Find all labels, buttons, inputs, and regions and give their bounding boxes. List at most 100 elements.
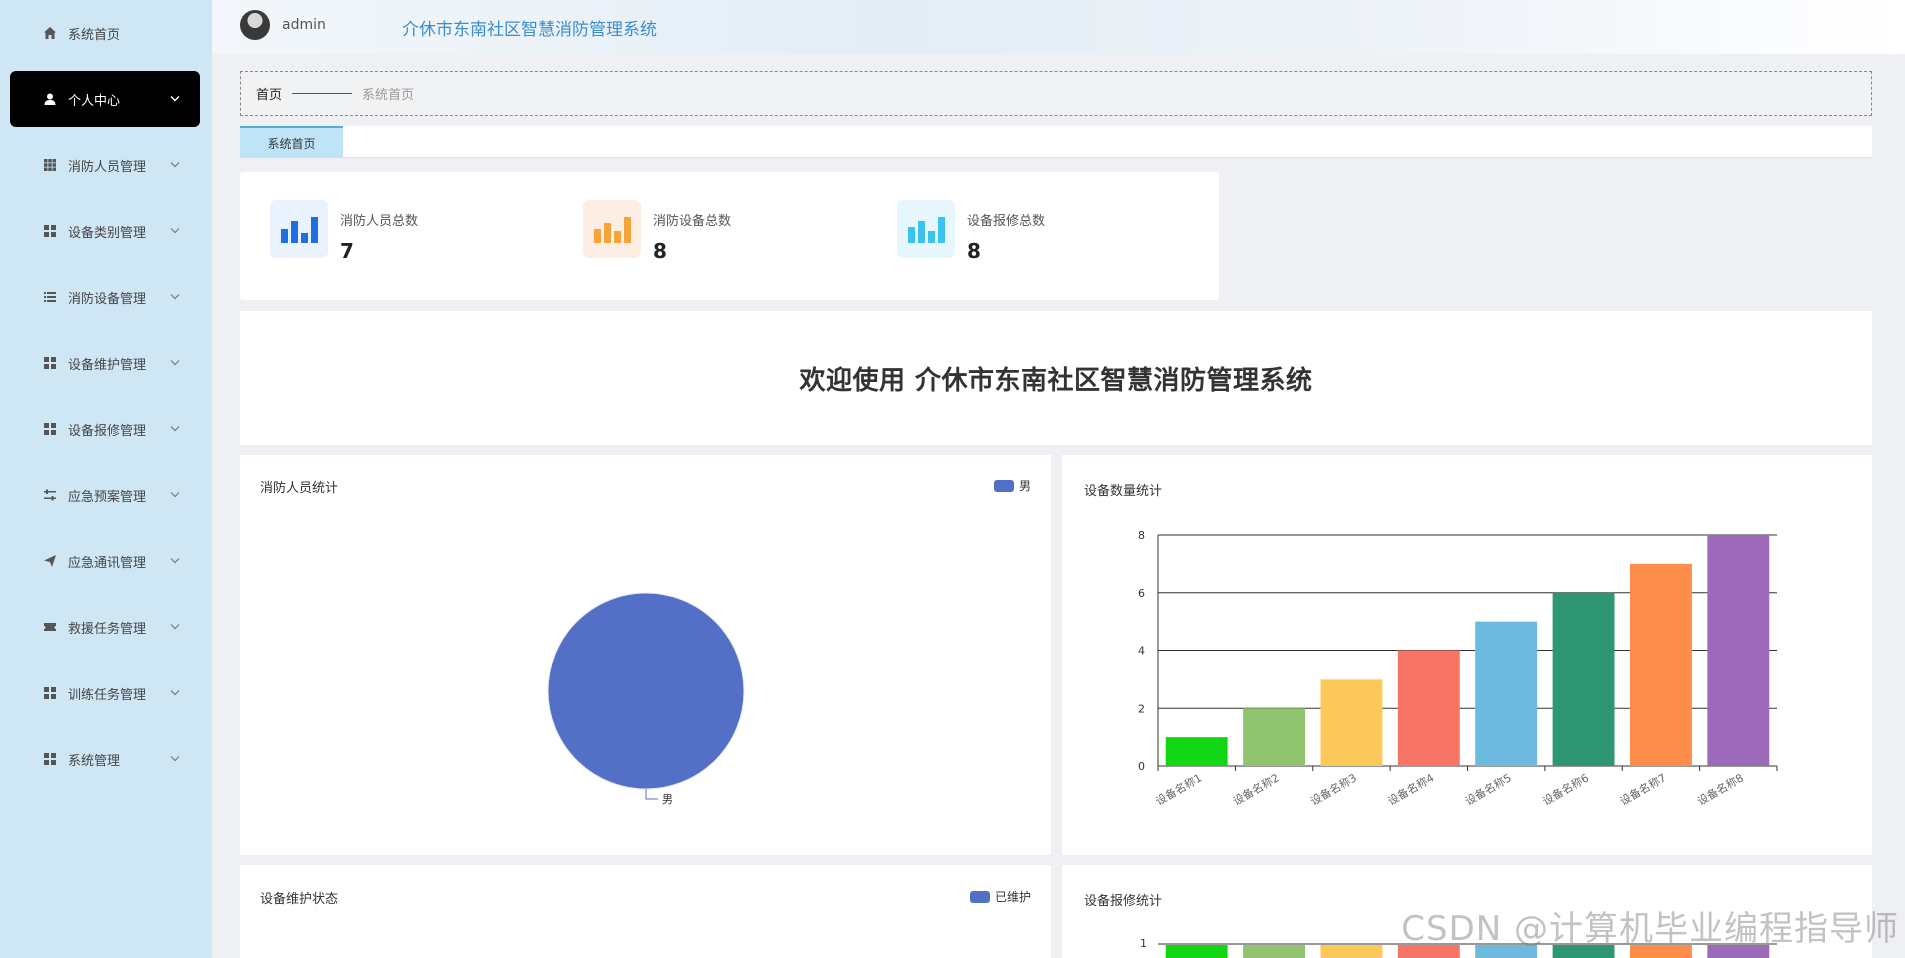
grid-icon (42, 157, 58, 173)
x-tick-label: 设备名称5 (1463, 770, 1514, 808)
tab-home[interactable]: 系统首页 (240, 126, 343, 158)
sidebar-item-emergency-plan[interactable]: 应急预案管理 (10, 467, 200, 523)
grid-icon (42, 355, 58, 371)
pie-slice-label: 男 (662, 793, 673, 806)
x-tick-label: 设备名称2 (1230, 770, 1281, 808)
bar-5[interactable] (1475, 621, 1538, 766)
bar-6[interactable] (1552, 592, 1615, 766)
repair-bar-1[interactable] (1165, 945, 1228, 958)
stat-label: 消防人员总数 (340, 214, 419, 229)
chevron-down-icon (170, 358, 180, 369)
watermark: CSDN @计算机毕业编程指导师 (1401, 909, 1899, 949)
sidebar-item-label: 设备维护管理 (68, 357, 147, 373)
maintenance-chart-panel: 设备维护状态 已维护 (240, 865, 1051, 958)
x-tick-label: 设备名称4 (1385, 770, 1436, 808)
y-tick-label: 0 (1138, 760, 1145, 773)
grid-icon (42, 751, 58, 767)
y-tick-label: 8 (1138, 529, 1145, 542)
sidebar-item-fire-equipment[interactable]: 消防设备管理 (10, 269, 200, 325)
stat-value: 8 (967, 239, 981, 263)
stat-label: 消防设备总数 (653, 214, 732, 229)
pie-slice-male[interactable] (547, 592, 745, 790)
x-tick-label: 设备名称3 (1308, 770, 1359, 808)
sidebar-item-label: 系统首页 (68, 27, 121, 43)
sidebar-item-system[interactable]: 系统管理 (10, 731, 200, 787)
bar-3[interactable] (1320, 679, 1383, 766)
username[interactable]: admin (282, 17, 326, 33)
bar-7[interactable] (1629, 563, 1692, 766)
sidebar-item-label: 个人中心 (68, 93, 121, 109)
stats-card: 消防人员总数 7 消防设备总数 8 设备报修总数 8 (240, 172, 1219, 300)
repair-bar-3[interactable] (1320, 945, 1383, 958)
chevron-down-icon (170, 754, 180, 765)
bar-4[interactable] (1397, 650, 1460, 767)
chevron-down-icon (170, 94, 180, 105)
bar-chart-icon (270, 200, 328, 258)
stat-personnel-total: 消防人员总数 7 (270, 200, 418, 263)
sidebar-item-rescue-task[interactable]: 救援任务管理 (10, 599, 200, 655)
bar-chart-icon (583, 200, 641, 258)
breadcrumb-home[interactable]: 首页 (256, 84, 282, 103)
list-icon (42, 289, 58, 305)
pie-chart: 男 (547, 592, 745, 806)
sidebar-item-emergency-comm[interactable]: 应急通讯管理 (10, 533, 200, 589)
stat-value: 7 (340, 239, 354, 263)
chevron-down-icon (170, 424, 180, 435)
chart-legend[interactable]: 已维护 (969, 888, 1031, 905)
chevron-down-icon (170, 688, 180, 699)
bar-chart-icon (897, 200, 955, 258)
sidebar-item-home[interactable]: 系统首页 (10, 5, 200, 61)
sliders-icon (42, 487, 58, 503)
top-header: admin 介休市东南社区智慧消防管理系统 (212, 0, 1905, 54)
stat-value: 8 (653, 239, 667, 263)
chevron-down-icon (170, 226, 180, 237)
bar-chart: 0 2 4 6 8 设备名称1 设备名称2 设备名称3 设备名称4 设备名称5 设备名称6 设备名称7… (1138, 529, 1778, 808)
device-count-chart-panel: 设备数量统计 0 2 4 6 8 设备名称1 设备名称2 设备名称3 设备名称4 设备名称5 设备名… (1062, 455, 1872, 855)
x-tick-label: 设备名称8 (1695, 770, 1746, 808)
bar-2[interactable] (1243, 708, 1306, 766)
sidebar-item-label: 救援任务管理 (68, 621, 147, 637)
chevron-down-icon (170, 160, 180, 171)
chevron-down-icon (170, 292, 180, 303)
legend-label: 已维护 (994, 890, 1031, 904)
sidebar-item-maintenance[interactable]: 设备维护管理 (10, 335, 200, 391)
sidebar: 系统首页 个人中心 消防人员管理 设备类别管理 消防设备管理 设备维护管理 设备… (0, 0, 212, 958)
breadcrumb-current: 系统首页 (362, 88, 415, 103)
ticket-icon (42, 619, 58, 635)
tab-bar: 系统首页 (240, 126, 1872, 158)
chevron-down-icon (170, 490, 180, 501)
sidebar-item-repair[interactable]: 设备报修管理 (10, 401, 200, 457)
stat-label: 设备报修总数 (967, 214, 1046, 229)
welcome-banner: 欢迎使用 介休市东南社区智慧消防管理系统 (240, 311, 1872, 445)
sidebar-item-label: 设备类别管理 (68, 225, 147, 241)
panel-title: 设备维护状态 (260, 892, 339, 907)
sidebar-item-label: 系统管理 (68, 753, 121, 769)
personnel-chart-panel: 消防人员统计 男 男 (240, 455, 1051, 855)
sidebar-item-label: 应急预案管理 (68, 489, 147, 505)
bar-8[interactable] (1707, 535, 1770, 766)
bar-1[interactable] (1165, 737, 1228, 766)
x-tick-label: 设备名称7 (1617, 770, 1668, 808)
sidebar-item-training-task[interactable]: 训练任务管理 (10, 665, 200, 721)
grid-icon (42, 223, 58, 239)
y-tick-label: 4 (1138, 645, 1145, 658)
stat-equipment-total: 消防设备总数 8 (583, 200, 731, 263)
pie-label-line (645, 789, 658, 800)
x-tick-label: 设备名称1 (1153, 770, 1204, 808)
stat-repair-total: 设备报修总数 8 (897, 200, 1045, 263)
welcome-text: 欢迎使用 介休市东南社区智慧消防管理系统 (799, 365, 1313, 396)
y-tick-label: 2 (1138, 702, 1145, 715)
grid-icon (42, 685, 58, 701)
send-icon (42, 553, 58, 569)
app-title: 介休市东南社区智慧消防管理系统 (402, 20, 657, 40)
sidebar-item-label: 设备报修管理 (68, 423, 147, 439)
y-tick-label: 1 (1140, 937, 1147, 950)
sidebar-item-device-category[interactable]: 设备类别管理 (10, 203, 200, 259)
chevron-down-icon (170, 556, 180, 567)
grid-icon (42, 421, 58, 437)
avatar[interactable] (240, 10, 270, 40)
breadcrumb-separator (292, 93, 353, 94)
sidebar-item-profile[interactable]: 个人中心 (10, 71, 200, 127)
sidebar-item-personnel[interactable]: 消防人员管理 (10, 137, 200, 193)
repair-bar-2[interactable] (1243, 945, 1306, 958)
